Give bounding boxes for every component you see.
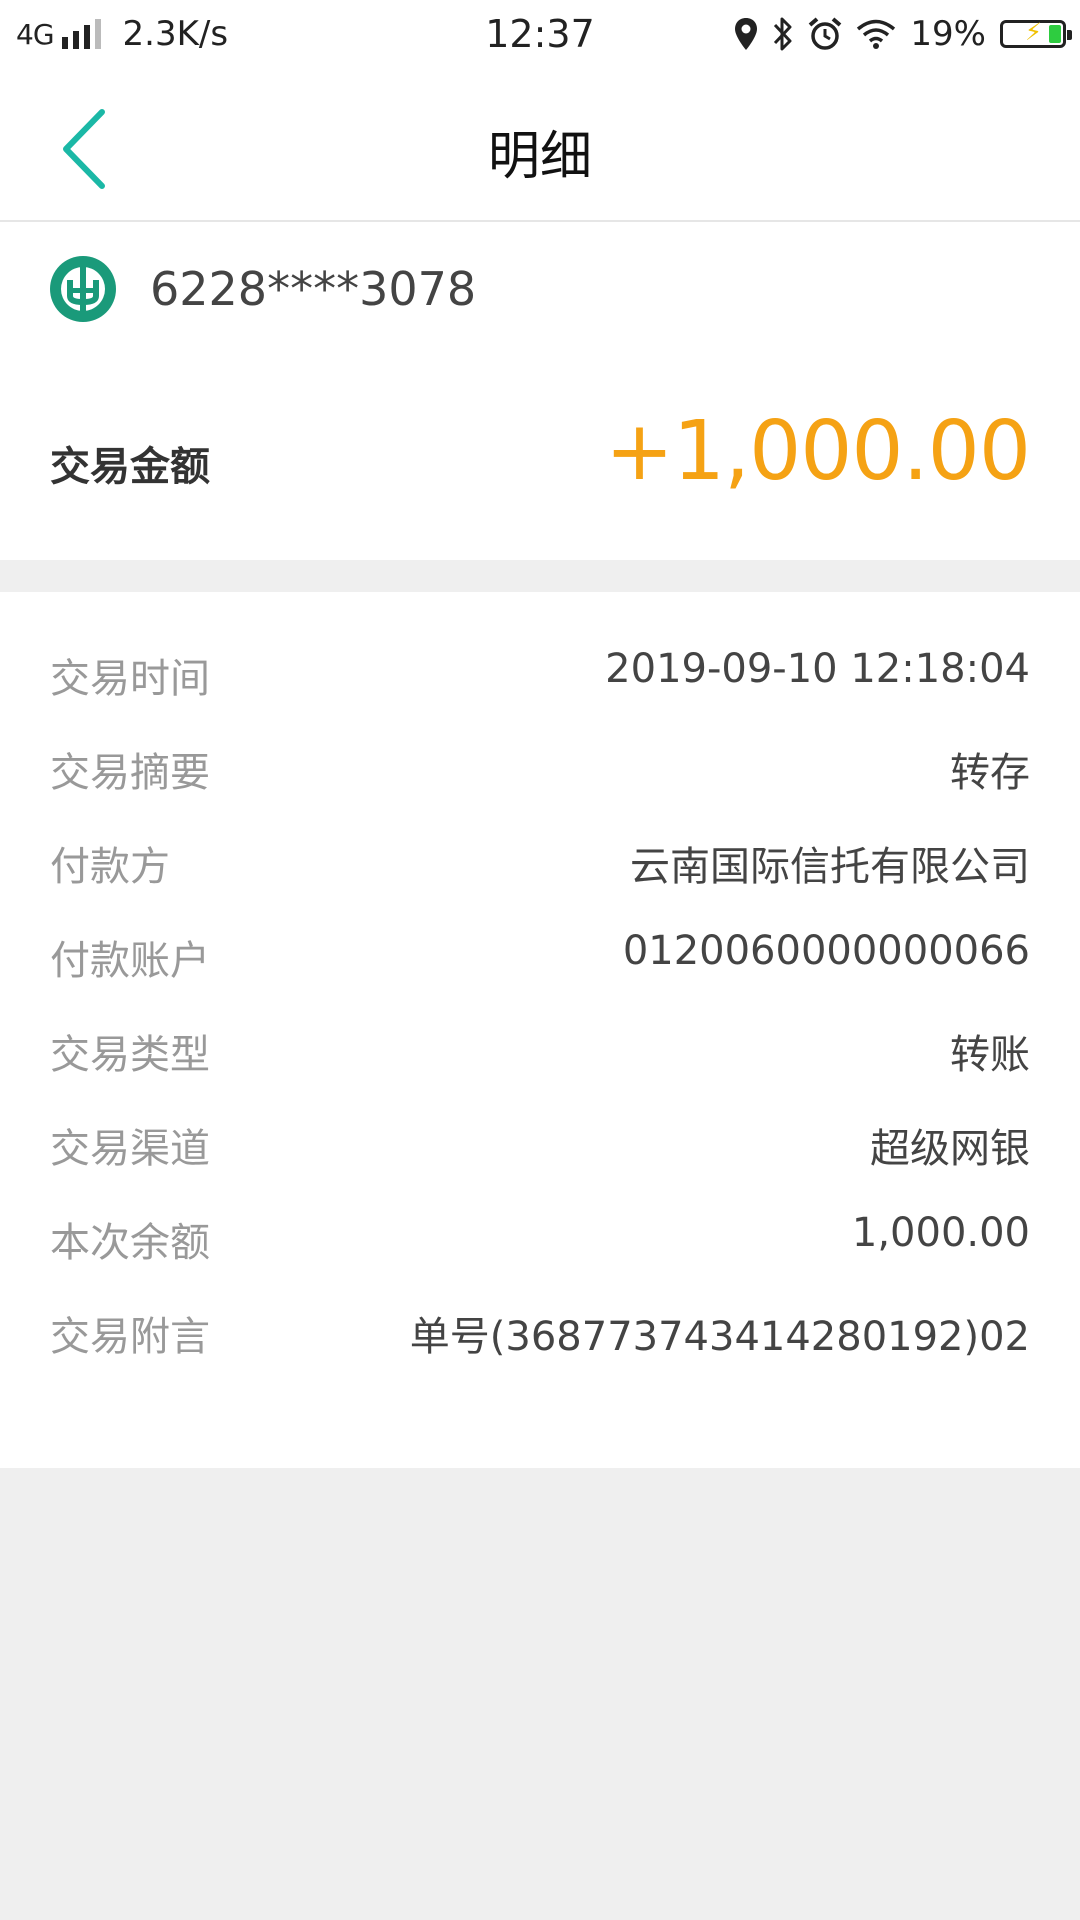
nav-bar: 明细 <box>0 74 1080 222</box>
status-bar: 4G 2.3K/s 12:37 19% ⚡ <box>0 0 1080 74</box>
detail-value: 超级网银 <box>870 1126 1030 1172</box>
wifi-icon <box>857 19 896 49</box>
detail-value: 云南国际信托有限公司 <box>630 844 1030 890</box>
account-summary: 6228****3078 交易金额 +1,000.00 <box>0 222 1080 560</box>
detail-row-summary: 交易摘要 转存 <box>0 718 1080 812</box>
detail-value: 单号(36877374341428​0192)02 <box>409 1314 1030 1360</box>
detail-label: 交易类型 <box>50 1032 210 1078</box>
status-right: 19% ⚡ <box>734 14 1072 54</box>
detail-label: 交易渠道 <box>50 1126 210 1172</box>
detail-value: 1,000.00 <box>851 1210 1030 1256</box>
battery-percent: 19% <box>910 14 986 54</box>
detail-row-type: 交易类型 转账 <box>0 1000 1080 1094</box>
detail-row-channel: 交易渠道 超级网银 <box>0 1094 1080 1188</box>
detail-row-balance: 本次余额 1,000.00 <box>0 1188 1080 1282</box>
alarm-icon <box>809 17 842 50</box>
detail-value: 转存 <box>950 750 1030 796</box>
detail-row-payer: 付款方 云南国际信托有限公司 <box>0 812 1080 906</box>
detail-label: 交易摘要 <box>50 750 210 796</box>
card-number: 6228****3078 <box>150 262 477 316</box>
detail-list: 交易时间 2019-09-10 12:18:04 交易摘要 转存 付款方 云南国… <box>0 592 1080 1468</box>
page-title: 明细 <box>487 127 592 187</box>
abc-bank-logo <box>50 256 116 322</box>
detail-label: 付款方 <box>50 844 170 890</box>
detail-value: 2019-09-10 12:18:04 <box>605 646 1030 692</box>
location-icon <box>735 18 758 50</box>
battery-icon: ⚡ <box>1000 18 1072 48</box>
detail-row-remark: 交易附言 单号(36877374341428​0192)02 <box>0 1282 1080 1376</box>
detail-label: 付款账户 <box>50 938 210 984</box>
detail-value: 0120060000000066 <box>622 928 1030 974</box>
bluetooth-icon <box>774 17 792 51</box>
detail-row-payer-account: 付款账户 0120060000000066 <box>0 906 1080 1000</box>
detail-label: 交易时间 <box>50 656 210 702</box>
transaction-detail-screen: 4G 2.3K/s 12:37 19% ⚡ 明细 6228****3078 交易… <box>0 0 1080 1920</box>
amount-value: +1,000.00 <box>605 404 1031 499</box>
detail-row-time: 交易时间 2019-09-10 12:18:04 <box>0 624 1080 718</box>
detail-label: 本次余额 <box>50 1220 210 1266</box>
detail-value: 转账 <box>950 1032 1030 1078</box>
amount-label: 交易金额 <box>50 444 210 490</box>
detail-label: 交易附言 <box>50 1314 210 1360</box>
